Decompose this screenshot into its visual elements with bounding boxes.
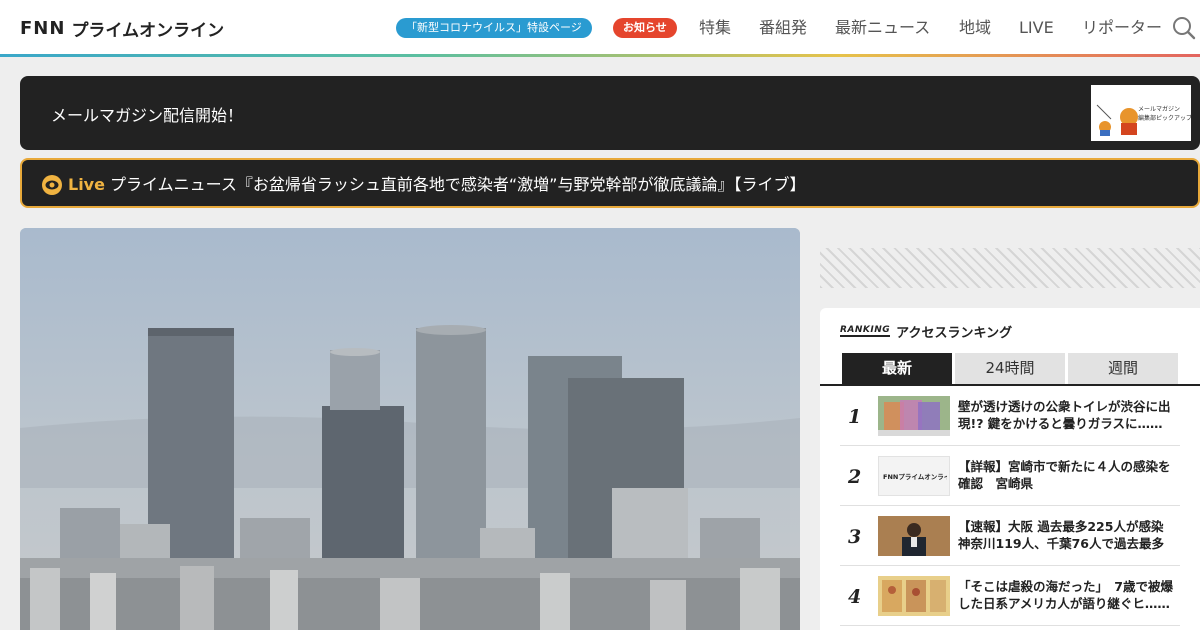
hero-article-image[interactable] <box>20 228 800 630</box>
ranking-title: アクセスランキング <box>896 325 1013 341</box>
mail-magazine-banner[interactable]: メールマガジン配信開始！ メールマガジン 編集部ピックアップ <box>20 76 1200 150</box>
live-label: Live <box>68 175 105 194</box>
mail-thumb-caption: メールマガジン 編集部ピックアップ <box>1138 105 1192 123</box>
covid-special-page-badge[interactable]: 「新型コロナウイルス」特設ページ <box>396 18 592 38</box>
header-color-line <box>0 54 1200 57</box>
logo-mark: FNN <box>20 17 66 39</box>
live-news-bar[interactable]: Live プライムニュース『お盆帰省ラッシュ直前各地で感染者“激増”与野党幹部が… <box>20 158 1200 208</box>
ranking-badge: RANKING <box>840 325 891 337</box>
tab-latest[interactable]: 最新 <box>842 353 952 384</box>
site-header: FNN プライムオンライン 「新型コロナウイルス」特設ページ お知らせ 特集 番… <box>0 0 1200 54</box>
rank-number: 1 <box>848 406 862 428</box>
press-conference-photo <box>878 516 950 556</box>
ranking-heading: RANKING アクセスランキング <box>840 322 1013 341</box>
transparent-toilet-photo <box>878 396 950 436</box>
mail-thumb-line2: 編集部ピックアップ <box>1138 115 1193 122</box>
painting-photo <box>878 576 950 616</box>
rank-number: 2 <box>848 466 862 488</box>
nav-item-latest-news[interactable]: 最新ニュース <box>835 17 930 39</box>
ranking-item[interactable]: 1 壁が透け透けの公衆トイレが渋谷に出現!? 鍵をかけると曇りガラスに…… <box>840 386 1180 446</box>
logo-text: プライムオンライン <box>71 20 225 41</box>
rank-number: 3 <box>848 526 862 548</box>
rank-number: 4 <box>848 586 862 608</box>
mail-magazine-text: メールマガジン配信開始！ <box>51 106 244 125</box>
nav-item-live[interactable]: LIVE <box>1019 17 1054 39</box>
site-logo[interactable]: FNN プライムオンライン <box>20 17 225 41</box>
fnn-logo-thumbnail-text: FNNプライムオンライン <box>883 473 947 481</box>
ranking-item-title: 壁が透け透けの公衆トイレが渋谷に出現!? 鍵をかけると曇りガラスに…… <box>958 399 1171 431</box>
city-skyline-photo <box>20 228 800 630</box>
tab-24-hours[interactable]: 24時間 <box>955 353 1065 384</box>
ranking-thumbnail: FNNプライムオンライン <box>878 456 950 496</box>
tab-weekly[interactable]: 週間 <box>1068 353 1178 384</box>
ranking-item-title: 「そこは虐殺の海だった」 7歳で被爆した日系アメリカ人が語り継ぐヒ…… <box>958 579 1173 611</box>
search-icon[interactable] <box>1172 16 1196 40</box>
ranking-item-title: 【速報】大阪 過去最多225人が感染 神奈川119人、千葉76人で過去最多 <box>958 519 1164 551</box>
nav-item-region[interactable]: 地域 <box>959 17 991 39</box>
mail-thumb-line1: メールマガジン <box>1138 106 1181 113</box>
ranking-item[interactable]: 2 FNNプライムオンライン 【詳報】宮崎市で新たに４人の感染を確認 宮崎県 <box>840 446 1180 506</box>
nav-item-reporter[interactable]: リポーター <box>1082 17 1162 39</box>
ranking-thumbnail <box>878 576 950 616</box>
nav-item-programs[interactable]: 番組発 <box>759 17 807 39</box>
ranking-item[interactable]: 4 「そこは虐殺の海だった」 7歳で被爆した日系アメリカ人が語り継ぐヒ…… <box>840 566 1180 626</box>
live-eye-icon <box>42 175 62 195</box>
ranking-item-title: 【詳報】宮崎市で新たに４人の感染を確認 宮崎県 <box>958 459 1171 491</box>
mail-magazine-thumbnail: メールマガジン 編集部ピックアップ <box>1091 85 1192 141</box>
ranking-item[interactable]: 3 【速報】大阪 過去最多225人が感染 神奈川119人、千葉76人で過去最多 <box>840 506 1180 566</box>
ad-placeholder-hatch <box>820 248 1200 288</box>
live-title: プライムニュース『お盆帰省ラッシュ直前各地で感染者“激増”与野党幹部が徹底議論』… <box>110 175 806 194</box>
access-ranking-card: RANKING アクセスランキング 最新 24時間 週間 1 壁が透け透けの公衆… <box>820 308 1200 630</box>
nav-item-features[interactable]: 特集 <box>699 17 731 39</box>
ranking-thumbnail <box>878 516 950 556</box>
ranking-thumbnail <box>878 396 950 436</box>
notice-badge[interactable]: お知らせ <box>613 18 677 38</box>
